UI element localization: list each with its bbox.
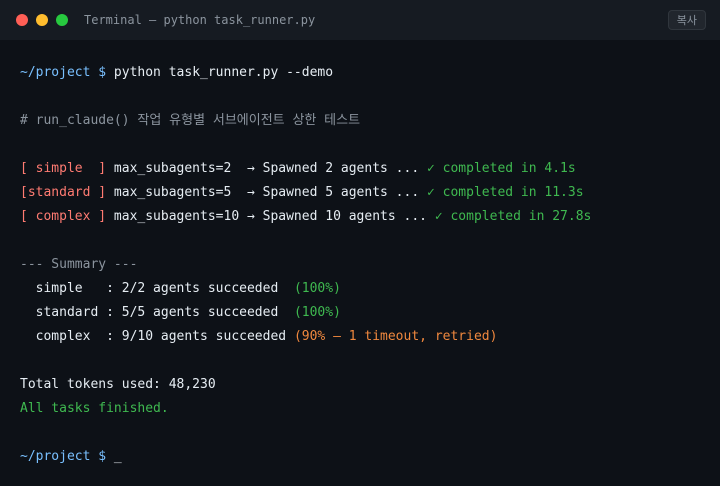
run-status: ✓ completed in 4.1s [427, 161, 576, 176]
command-line: ~/project $ python task_runner.py --demo [20, 61, 710, 85]
run-tag: [ complex ] [20, 209, 107, 224]
window-title: Terminal — python task_runner.py [84, 13, 316, 27]
run-line-standard: [standard ] max_subagents=5 → Spawned 5 … [20, 181, 710, 205]
run-status: ✓ completed in 27.8s [434, 209, 592, 224]
summary-label: complex : 9/10 agents succeeded [20, 329, 294, 344]
run-params: max_subagents=10 → Spawned 10 agents ... [106, 209, 435, 224]
run-tag: [standard ] [20, 185, 107, 200]
comment-line: # run_claude() 작업 유형별 서브에이전트 상한 테스트 [20, 113, 361, 128]
summary-result: (90% — 1 timeout, retried) [293, 329, 498, 344]
summary-line-standard: standard : 5/5 agents succeeded (100%) [20, 301, 710, 325]
summary-label: simple : 2/2 agents succeeded [20, 281, 294, 296]
finished-message: All tasks finished. [20, 401, 169, 416]
terminal-window: Terminal — python task_runner.py 복사 ~/pr… [0, 0, 720, 486]
summary-line-complex: complex : 9/10 agents succeeded (90% — 1… [20, 325, 710, 349]
close-window-button[interactable] [16, 14, 28, 26]
copy-button[interactable]: 복사 [667, 10, 706, 30]
total-tokens: Total tokens used: 48,230 [20, 377, 216, 392]
run-line-simple: [ simple ] max_subagents=2 → Spawned 2 a… [20, 157, 710, 181]
run-line-complex: [ complex ] max_subagents=10 → Spawned 1… [20, 205, 710, 229]
command-text: python task_runner.py --demo [113, 65, 334, 80]
summary-line-simple: simple : 2/2 agents succeeded (100%) [20, 277, 710, 301]
text-cursor: _ [113, 449, 122, 464]
title-bar: Terminal — python task_runner.py 복사 [0, 0, 720, 40]
minimize-window-button[interactable] [36, 14, 48, 26]
run-params: max_subagents=2 → Spawned 2 agents ... [106, 161, 427, 176]
summary-result: (100%) [293, 281, 341, 296]
summary-header: --- Summary --- [20, 257, 138, 272]
summary-result: (100%) [293, 305, 341, 320]
shell-prompt: ~/project $ [20, 65, 114, 80]
maximize-window-button[interactable] [56, 14, 68, 26]
run-status: ✓ completed in 11.3s [427, 185, 584, 200]
terminal-output[interactable]: ~/project $ python task_runner.py --demo… [20, 61, 710, 469]
input-line[interactable]: ~/project $ _ [20, 445, 710, 469]
summary-label: standard : 5/5 agents succeeded [20, 305, 294, 320]
run-params: max_subagents=5 → Spawned 5 agents ... [106, 185, 427, 200]
shell-prompt: ~/project $ [20, 449, 114, 464]
run-tag: [ simple ] [20, 161, 107, 176]
